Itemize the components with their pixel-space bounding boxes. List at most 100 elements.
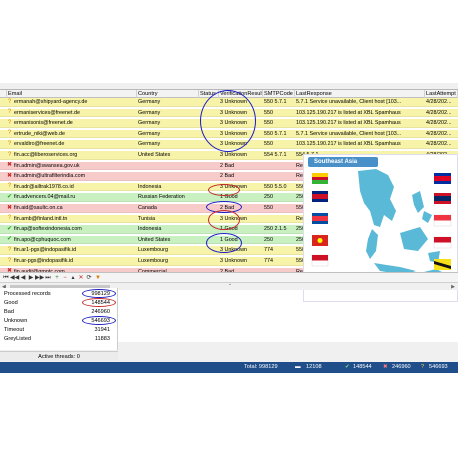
col-last-response[interactable]: LastResponse bbox=[295, 90, 425, 98]
status-timeout: 12108 bbox=[306, 364, 322, 370]
stat-timeout: Timeout 31941 bbox=[4, 326, 114, 334]
cell-email: ertrude_niki@web.de bbox=[14, 130, 66, 137]
unknown-icon: ? bbox=[421, 364, 425, 370]
cell-smtp: 774 bbox=[264, 258, 273, 264]
cell-country: Germany bbox=[138, 120, 161, 127]
cell-email: fin.ar1-pgs@indopasifik.id bbox=[14, 247, 77, 254]
question-icon: ? bbox=[7, 98, 12, 105]
splitter-handle[interactable]: ⌄ bbox=[225, 282, 235, 287]
question-icon: ? bbox=[7, 215, 12, 222]
cell-email: fin.admin@swansea.gov.uk bbox=[14, 162, 80, 169]
cell-attempt: 4/28/202... bbox=[426, 99, 452, 105]
active-threads: Active threads: 0 bbox=[0, 351, 118, 361]
cell-result: 2 Bad bbox=[220, 173, 235, 180]
edit-record-icon[interactable]: ▴ bbox=[69, 274, 77, 282]
row-indicator-header bbox=[0, 90, 7, 98]
cell-email: fin.ap@softexindonesia.com bbox=[14, 226, 82, 233]
cell-email: fin.apo@cphuquoc.com bbox=[14, 236, 71, 243]
cell-smtp: 550 bbox=[264, 205, 273, 211]
cell-result: 2 Bad bbox=[220, 162, 235, 169]
cell-result: 1 Good bbox=[220, 194, 238, 201]
table-row[interactable]: ? ertrude_niki@web.de Germany 3 Unknown 550 … bbox=[0, 129, 458, 139]
question-icon: ? bbox=[7, 140, 12, 147]
col-email[interactable]: Email bbox=[7, 90, 137, 98]
question-icon: ? bbox=[7, 257, 12, 264]
stat-label: Timeout bbox=[4, 327, 24, 333]
cell-email: fin.adr@ailtrak1978.co.id bbox=[14, 183, 74, 190]
cell-email: fin.admin@ultrafilterindia.com bbox=[14, 173, 86, 180]
cell-country: Germany bbox=[138, 109, 161, 116]
cell-result: 3 Unknown bbox=[220, 120, 247, 127]
question-icon: ? bbox=[7, 130, 12, 137]
stat-value: 546693 bbox=[91, 318, 110, 324]
cell-country: Germany bbox=[138, 130, 161, 137]
prev-record-icon[interactable]: ◀ bbox=[19, 274, 27, 282]
app-window: Email Country Status VerificationResult … bbox=[0, 83, 458, 373]
cell-country: Indonesia bbox=[138, 183, 162, 190]
cell-result: 3 Unknown bbox=[220, 130, 247, 137]
prev-page-icon[interactable]: ◀◀ bbox=[10, 274, 19, 282]
cell-attempt: 4/28/202... bbox=[426, 109, 452, 116]
cell-smtp bbox=[263, 215, 295, 224]
col-smtp-code[interactable]: SMTPCode bbox=[263, 90, 295, 98]
delete-record-icon[interactable]: − bbox=[61, 274, 69, 282]
stat-value: 148544 bbox=[91, 300, 110, 306]
cell-country: United States bbox=[138, 152, 171, 158]
question-icon: ? bbox=[7, 119, 12, 126]
stat-label: Processed records bbox=[4, 291, 51, 297]
check-icon: ✔ bbox=[7, 193, 13, 200]
table-row[interactable]: ? ervaldiro@freenet.de Germany 3 Unknown 550… bbox=[0, 140, 458, 149]
add-record-icon[interactable]: + bbox=[53, 274, 61, 282]
stat-processed: Processed records 998129 bbox=[4, 290, 114, 298]
cell-response: 5.7.1 Service unavailable, Client host [… bbox=[296, 99, 402, 105]
cell-result: 3 Unknown bbox=[220, 152, 247, 158]
cell-email: ermaniservices@freenet.de bbox=[14, 109, 80, 116]
cell-country: Germany bbox=[138, 99, 161, 105]
cell-smtp: 250 bbox=[264, 194, 273, 201]
col-verification-result[interactable]: VerificationResult bbox=[219, 90, 263, 98]
cell-smtp: 250 2.1.5 bbox=[264, 226, 287, 233]
status-bar: Total: 998129 ▬ 12108 ✔ 148544 ✖ 246960 … bbox=[0, 362, 458, 373]
cell-smtp bbox=[263, 162, 295, 171]
col-status[interactable]: Status bbox=[199, 90, 219, 98]
cell-email: fin.ar-pgs@indopasifik.id bbox=[14, 258, 74, 264]
cell-smtp: 550 5.7.1 bbox=[264, 99, 287, 105]
cell-email: fin.amb@finland.intl.tn bbox=[14, 215, 68, 222]
cell-result: 3 Unknown bbox=[220, 247, 247, 254]
cell-result: 3 Unknown bbox=[220, 183, 247, 190]
question-icon: ? bbox=[7, 183, 12, 190]
next-record-icon[interactable]: ▶ bbox=[27, 274, 35, 282]
status-unknown: 546693 bbox=[429, 364, 448, 370]
cell-attempt: 4/28/202... bbox=[426, 141, 452, 148]
stat-value: 998129 bbox=[91, 291, 110, 297]
cell-email: fin.aid@saultc.on.ca bbox=[14, 205, 63, 211]
cell-response: 103.125.190.217 is listed at XBL Spamhau… bbox=[296, 141, 401, 148]
last-record-icon[interactable]: ⏭ bbox=[44, 274, 52, 282]
first-record-icon[interactable]: ⏮ bbox=[2, 274, 10, 282]
col-last-attempt[interactable]: LastAttempt bbox=[425, 90, 458, 98]
grid-header: Email Country Status VerificationResult … bbox=[0, 90, 458, 98]
col-country[interactable]: Country bbox=[137, 90, 199, 98]
cell-country: Canada bbox=[138, 205, 157, 211]
question-icon: ? bbox=[7, 109, 12, 116]
stat-label: GreyListed bbox=[4, 336, 32, 342]
stat-bad: Bad 246960 bbox=[4, 308, 114, 316]
cell-email: ermanisonis@freenet.de bbox=[14, 120, 73, 127]
cell-country: Tunisia bbox=[138, 215, 156, 222]
scroll-right-icon[interactable]: ▶ bbox=[451, 284, 455, 290]
stat-label: Unknown bbox=[4, 318, 28, 324]
cross-icon: ✖ bbox=[7, 162, 13, 169]
table-row[interactable]: ? ermaniservices@freenet.de Germany 3 Unkno… bbox=[0, 108, 458, 118]
next-page-icon[interactable]: ▶▶ bbox=[35, 274, 44, 282]
good-icon: ✔ bbox=[345, 364, 350, 370]
table-row[interactable]: ? ermanah@shipyard-agency.de Germany 3 Unkn… bbox=[0, 98, 458, 107]
cell-country: Russian Federation bbox=[138, 194, 185, 201]
map-title: Southeast Asia bbox=[308, 157, 378, 167]
table-row[interactable]: ? ermanisonis@freenet.de Germany 3 Unknown 5… bbox=[0, 119, 458, 128]
stat-good: Good 148544 bbox=[4, 299, 114, 307]
filter-icon[interactable]: ▼ bbox=[94, 274, 102, 282]
status-bad: 246960 bbox=[392, 364, 411, 370]
refresh-icon[interactable]: ⟳ bbox=[85, 274, 93, 282]
cancel-edit-icon[interactable]: ✕ bbox=[77, 274, 85, 282]
cell-country bbox=[137, 162, 199, 171]
